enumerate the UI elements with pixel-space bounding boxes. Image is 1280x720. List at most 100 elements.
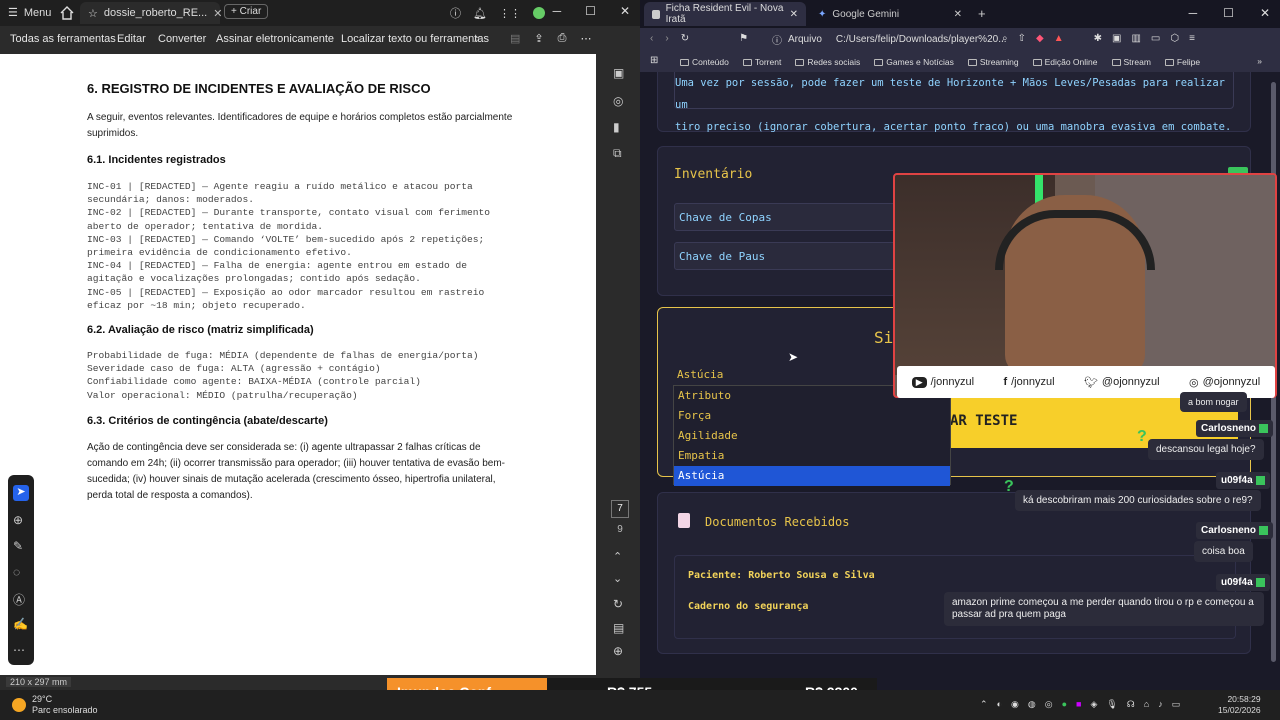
attribute-dropdown[interactable]: Atributo Força Agilidade Empatia Astúcia: [673, 385, 951, 486]
pages-icon[interactable]: ⧉: [613, 146, 627, 160]
new-tab-button[interactable]: + Criar: [224, 4, 269, 19]
avatar[interactable]: [532, 7, 545, 19]
pdf-toolbar: Todas as ferramentas Editar Converter As…: [0, 26, 640, 54]
back-icon[interactable]: ‹: [650, 33, 653, 44]
bookmark-folder[interactable]: Streaming: [967, 57, 1019, 67]
document-link[interactable]: Caderno do segurança: [688, 601, 808, 612]
comment-icon[interactable]: ▣: [613, 66, 627, 80]
bookmark-folder[interactable]: Games e Notícias: [874, 57, 954, 67]
volume-icon[interactable]: ♪: [1158, 699, 1163, 710]
wallet-icon[interactable]: ▭: [1151, 33, 1160, 44]
app-icon[interactable]: ◐: [997, 699, 1002, 710]
page-up-icon[interactable]: ⌃: [613, 550, 627, 564]
app-icon[interactable]: ■: [1076, 699, 1081, 710]
close-window-icon[interactable]: ✕: [620, 4, 630, 18]
mic-icon[interactable]: 🎙︎: [1106, 699, 1117, 710]
close-tab-icon[interactable]: ✕: [213, 7, 222, 20]
dropdown-option[interactable]: Agilidade: [674, 426, 950, 446]
headset-icon[interactable]: ☊: [1127, 699, 1135, 710]
extensions-icon[interactable]: ✱: [1094, 33, 1102, 44]
refresh-icon[interactable]: ↻: [613, 597, 627, 611]
menu-icon[interactable]: ≡: [1189, 33, 1195, 44]
reload-icon[interactable]: ↻: [681, 33, 689, 44]
star-icon[interactable]: ☆: [88, 7, 98, 20]
apps-icon[interactable]: ⋮⋮: [499, 7, 521, 20]
app-icon[interactable]: ◍: [1028, 699, 1036, 710]
alert-icon[interactable]: ▲: [1054, 33, 1064, 44]
new-tab-icon[interactable]: +: [978, 6, 986, 21]
bookmark-folder[interactable]: Stream: [1111, 57, 1151, 67]
bookmark-folder[interactable]: Conteúdo: [680, 57, 729, 67]
bookmark-folder[interactable]: Redes sociais: [795, 57, 860, 67]
ability-textarea[interactable]: Uma vez por sessão, pode fazer um teste …: [674, 72, 1234, 133]
apps-grid-icon[interactable]: ⊞: [650, 55, 658, 66]
network-icon[interactable]: ⌂: [1144, 699, 1149, 710]
print-icon[interactable]: ⎙: [558, 32, 567, 45]
camera-icon[interactable]: ▣: [1112, 33, 1121, 44]
minimize-icon[interactable]: ─: [1189, 6, 1198, 20]
app-icon[interactable]: ◉: [1011, 699, 1019, 710]
pdf-tab[interactable]: ☆ dossie_roberto_RE... ✕: [80, 2, 222, 24]
edit-button[interactable]: Editar: [117, 33, 146, 45]
more-icon[interactable]: ⋯: [580, 32, 591, 45]
page-number-input[interactable]: 7: [611, 500, 629, 518]
more-tools-icon[interactable]: ⋯: [13, 643, 29, 659]
maximize-icon[interactable]: ☐: [585, 4, 596, 18]
signature-icon[interactable]: ✍: [13, 617, 29, 633]
close-window-icon[interactable]: ✕: [1260, 6, 1270, 20]
bookmark-folder[interactable]: Felipe: [1164, 57, 1200, 67]
find-tools-search[interactable]: Localizar texto ou ferramentas: [341, 33, 489, 45]
convert-button[interactable]: Converter: [158, 33, 206, 45]
lasso-icon[interactable]: ◌: [13, 565, 29, 581]
forward-icon[interactable]: ›: [665, 33, 668, 44]
folder-icon: [1032, 58, 1042, 66]
url-field[interactable]: ⓘ Arquivo C:/Users/felip/Downloads/playe…: [772, 32, 1007, 47]
minimize-icon[interactable]: ─: [553, 4, 562, 18]
file-icon[interactable]: ▤: [613, 621, 627, 635]
weather-widget[interactable]: 29°C Parc ensolarado: [12, 694, 98, 716]
tab-gemini[interactable]: ✦ Google Gemini ✕: [810, 2, 970, 26]
vpn-icon[interactable]: ⬡: [1170, 33, 1179, 44]
document-link[interactable]: Paciente: Roberto Sousa e Silva: [688, 570, 875, 581]
ai-icon[interactable]: ◎: [613, 94, 627, 108]
menu-button[interactable]: ☰ Menu: [8, 6, 51, 20]
maximize-icon[interactable]: ☐: [1223, 6, 1234, 20]
facebook-icon: f: [1003, 376, 1008, 388]
share-icon[interactable]: ⇧: [1018, 33, 1026, 44]
bookmark-folder[interactable]: Edição Online: [1032, 57, 1098, 67]
pen-icon[interactable]: ✎: [13, 539, 29, 555]
page-down-icon[interactable]: ⌄: [613, 572, 627, 586]
search-icon[interactable]: ⌕: [474, 33, 480, 46]
upload-icon[interactable]: ⇪: [534, 32, 543, 45]
sidebar-icon[interactable]: ▥: [1131, 33, 1140, 44]
close-tab-icon[interactable]: ✕: [954, 9, 962, 20]
bookmark-star-icon[interactable]: ⚑: [739, 33, 748, 44]
dropdown-option-selected[interactable]: Astúcia: [674, 466, 950, 486]
help-icon[interactable]: ⓘ: [450, 5, 461, 21]
pointer-icon[interactable]: ➤: [13, 485, 29, 501]
shield-icon[interactable]: ◆: [1036, 33, 1044, 44]
more-bookmarks-icon[interactable]: »: [1257, 56, 1262, 66]
home-icon[interactable]: [58, 4, 76, 22]
all-tools-button[interactable]: Todas as ferramentas: [10, 33, 116, 45]
steam-icon[interactable]: ◎: [1045, 699, 1053, 710]
zoom-tool-icon[interactable]: ⊕: [13, 513, 29, 529]
dropdown-option[interactable]: Empatia: [674, 446, 950, 466]
battery-icon[interactable]: ▭: [1172, 699, 1181, 710]
bookmark-icon[interactable]: ▮: [613, 120, 627, 134]
tab-ficha[interactable]: Ficha Resident Evil - Nova Iratã ✕: [644, 2, 806, 26]
sign-button[interactable]: Assinar eletronicamente: [216, 33, 334, 45]
dropdown-option[interactable]: Força: [674, 406, 950, 426]
zoom-icon[interactable]: ⌕: [1002, 33, 1008, 44]
clock[interactable]: 20:58:29 15/02/2026: [1218, 694, 1261, 716]
chevron-up-icon[interactable]: ⌃: [980, 699, 988, 710]
text-box-icon[interactable]: Ⓐ: [13, 591, 29, 607]
bookmark-folder[interactable]: Torrent: [742, 57, 781, 67]
zoom-icon[interactable]: ⊕: [613, 644, 627, 658]
save-icon[interactable]: ▤: [510, 32, 520, 45]
close-tab-icon[interactable]: ✕: [790, 9, 798, 20]
app-icon[interactable]: ◈: [1090, 699, 1097, 710]
info-icon: ⓘ: [772, 36, 782, 47]
app-icon[interactable]: ●: [1062, 699, 1067, 710]
bell-icon[interactable]: 🔔︎: [473, 7, 487, 20]
